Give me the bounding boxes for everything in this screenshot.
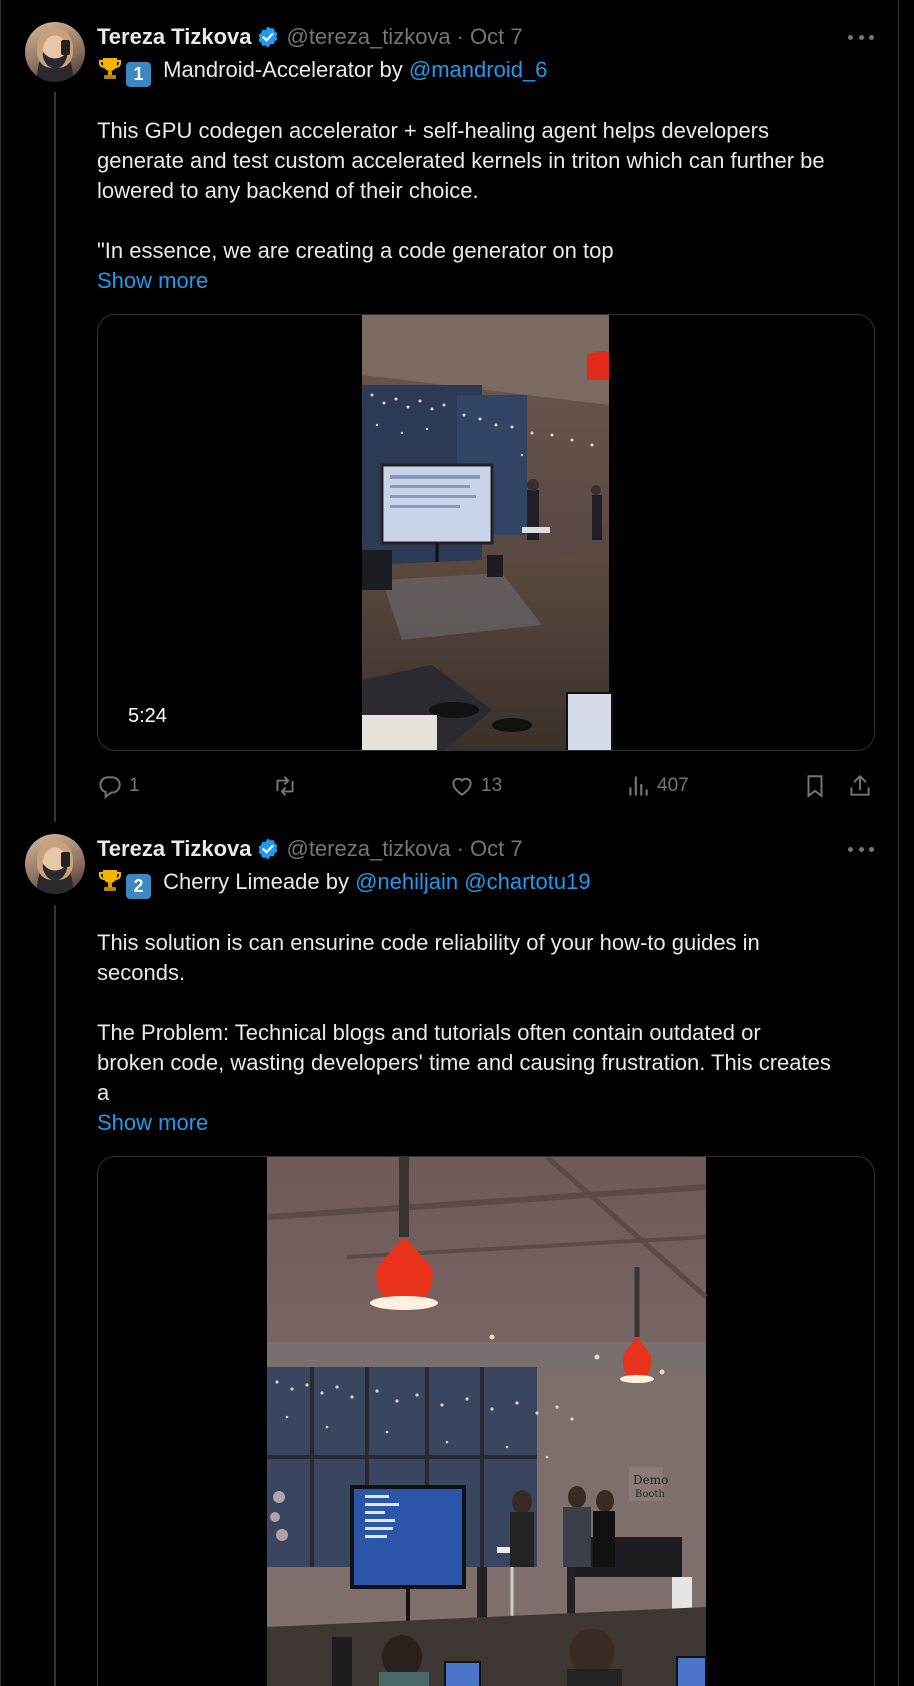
tweet-body-line: This solution is can ensurine code relia… xyxy=(97,930,760,955)
author-handle[interactable]: @tereza_tizkova xyxy=(286,24,450,50)
video-player[interactable]: 5:24 xyxy=(97,314,875,751)
show-more-link[interactable]: Show more xyxy=(97,1108,208,1138)
separator: · xyxy=(456,836,464,861)
video-frame: Demo Booth xyxy=(266,1157,708,1686)
rank-keycap: 1 xyxy=(126,62,151,87)
tweet-body-line: a xyxy=(97,1080,110,1105)
tweet-1[interactable]: Tereza Tizkova @tereza_tizkova · Oct 7 1… xyxy=(0,0,898,810)
tweet-body-line: "In essence, we are creating a code gene… xyxy=(97,238,614,263)
mention-link[interactable]: @nehiljain xyxy=(355,869,458,894)
tweet-body-line: The Problem: Technical blogs and tutoria… xyxy=(97,1020,761,1045)
tweet-body-line: lowered to any backend of their choice. xyxy=(97,178,479,203)
like-count: 13 xyxy=(481,775,503,796)
retweet-button[interactable] xyxy=(272,771,304,801)
reply-icon xyxy=(99,776,121,799)
avatar[interactable] xyxy=(25,22,85,82)
more-icon[interactable] xyxy=(848,27,874,47)
project-title: Mandroid-Accelerator by xyxy=(157,57,409,82)
views-count: 407 xyxy=(657,775,689,796)
verified-badge-icon[interactable] xyxy=(256,25,280,49)
share-icon xyxy=(850,775,870,796)
views-button[interactable]: 407 xyxy=(625,771,689,801)
views-icon xyxy=(629,776,648,796)
tweet-date[interactable]: Oct 7 xyxy=(470,24,523,50)
bookmark-button[interactable] xyxy=(802,771,834,801)
verified-badge-icon[interactable] xyxy=(256,837,280,861)
author-name[interactable]: Tereza Tizkova xyxy=(97,24,251,50)
tweet-actions: 1 13 407 xyxy=(97,771,877,801)
like-icon xyxy=(452,777,472,796)
separator: · xyxy=(456,24,464,49)
reply-count: 1 xyxy=(129,775,140,796)
rank-keycap: 2 xyxy=(126,874,151,899)
show-more-link[interactable]: Show more xyxy=(97,266,208,296)
frame-border-right xyxy=(898,0,899,1686)
avatar[interactable] xyxy=(25,834,85,894)
more-icon[interactable] xyxy=(848,839,874,859)
trophy-icon xyxy=(98,870,122,891)
svg-text:Booth: Booth xyxy=(635,1489,665,1500)
tweet-body-line: This GPU codegen accelerator + self-heal… xyxy=(97,118,770,143)
bookmark-icon xyxy=(807,775,823,798)
tweet-body-line: seconds. xyxy=(97,960,186,985)
tweet-2[interactable]: Tereza Tizkova @tereza_tizkova · Oct 7 2… xyxy=(0,812,898,1686)
like-button[interactable]: 13 xyxy=(449,771,502,801)
mention-link[interactable]: @chartotu19 xyxy=(464,869,590,894)
trophy-icon xyxy=(98,58,122,79)
tweet-body-line: generate and test custom accelerated ker… xyxy=(97,148,825,173)
author-handle[interactable]: @tereza_tizkova xyxy=(286,836,450,862)
svg-text:Demo: Demo xyxy=(633,1473,668,1487)
tweet-title-line: 2 Cherry Limeade by @nehiljain @chartotu… xyxy=(97,867,591,899)
author-name[interactable]: Tereza Tizkova xyxy=(97,836,251,862)
video-frame xyxy=(362,315,613,750)
tweet-date[interactable]: Oct 7 xyxy=(470,836,523,862)
share-button[interactable] xyxy=(847,771,879,801)
tweet-header: Tereza Tizkova @tereza_tizkova · Oct 7 xyxy=(97,23,523,51)
project-title: Cherry Limeade by xyxy=(157,869,356,894)
mention-link[interactable]: @mandroid_6 xyxy=(409,57,548,82)
video-player[interactable]: Demo Booth xyxy=(97,1156,875,1686)
retweet-icon xyxy=(276,776,294,796)
tweet-body-line: broken code, wasting developers' time an… xyxy=(97,1050,831,1075)
tweet-header: Tereza Tizkova @tereza_tizkova · Oct 7 xyxy=(97,835,523,863)
tweet-title-line: 1 Mandroid-Accelerator by @mandroid_6 xyxy=(97,55,547,87)
video-duration: 5:24 xyxy=(128,705,167,727)
reply-button[interactable]: 1 xyxy=(97,771,140,801)
